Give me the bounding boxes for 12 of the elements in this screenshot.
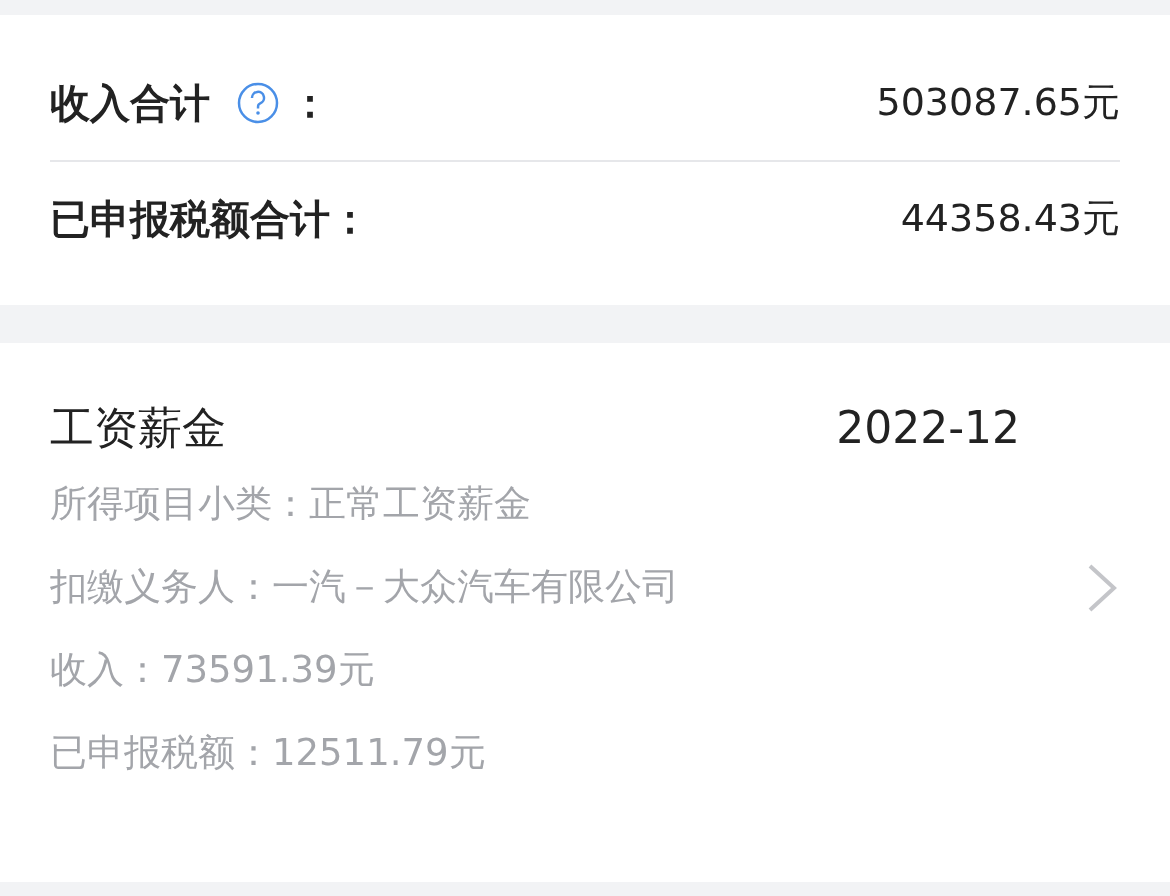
record-period: 2022-12	[836, 401, 1020, 455]
detail-text: 已申报税额：12511.79元	[50, 730, 487, 776]
detail-text: 所得项目小类：正常工资薪金	[50, 481, 532, 527]
record-title: 工资薪金	[50, 401, 226, 455]
row-label: 收入合计	[50, 78, 210, 128]
amount-value: 44358.43元	[900, 195, 1120, 242]
detail-text: 扣缴义务人：一汽－大众汽车有限公司	[50, 564, 679, 610]
row-label: 已申报税额合计：	[50, 194, 370, 244]
detail-text: 收入：73591.39元	[50, 647, 376, 693]
amount-value: 503087.65元	[876, 79, 1120, 126]
colon-text: ：	[290, 78, 330, 128]
help-icon[interactable]	[236, 80, 280, 125]
